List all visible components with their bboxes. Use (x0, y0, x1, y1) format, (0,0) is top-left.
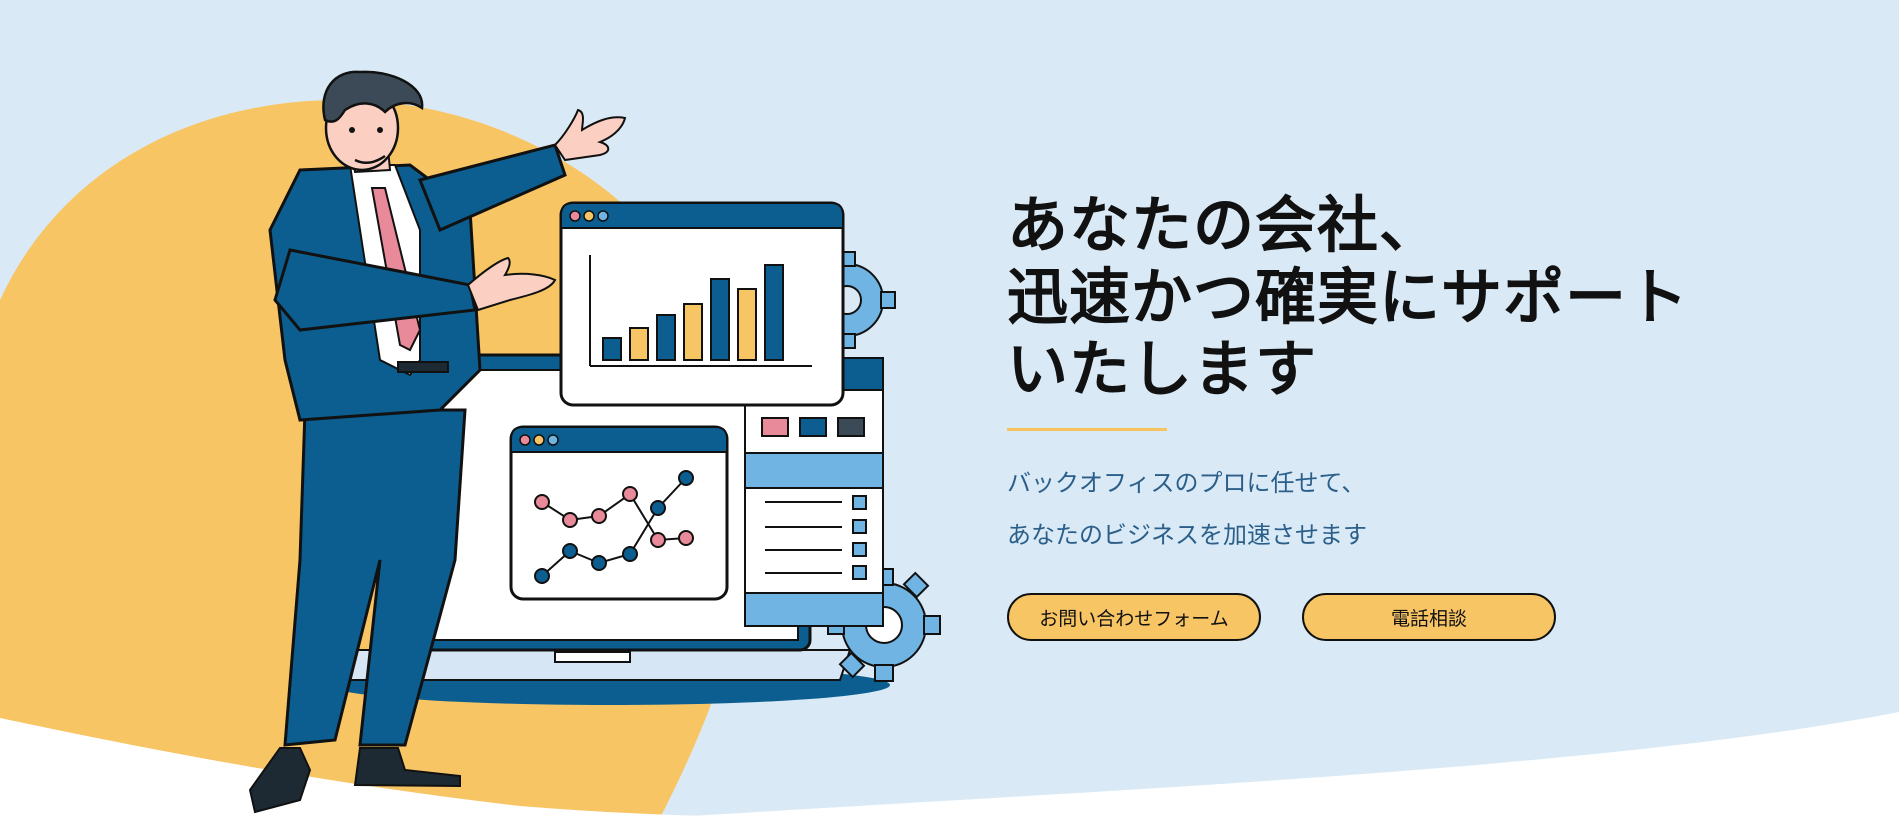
contact-form-button[interactable]: お問い合わせフォーム (1007, 593, 1261, 641)
businessman-illustration (248, 70, 941, 814)
belt (397, 361, 449, 373)
bar-chart-window-icon (559, 201, 845, 407)
line-chart-window-icon (509, 425, 729, 601)
subtext-line-1: バックオフィスのプロに任せて、 (1007, 469, 1366, 497)
subtext-line-2: あなたのビジネスを加速させます (1007, 521, 1367, 549)
eye-right (377, 127, 383, 133)
phone-consult-button[interactable]: 電話相談 (1302, 593, 1556, 641)
raised-arm (417, 143, 567, 232)
hero-buttons: お問い合わせフォーム 電話相談 (1007, 593, 1827, 641)
hero-headline: あなたの会社、 迅速かつ確実にサポート いたします (1007, 190, 1827, 406)
lower-hand (466, 256, 557, 312)
shoe-left (248, 747, 312, 814)
raised-hand (553, 108, 627, 162)
headline-line-1: あなたの会社、 (1007, 190, 1442, 261)
hero-subtext: バックオフィスのプロに任せて、 あなたのビジネスを加速させます (1007, 457, 1827, 561)
eye-left (349, 127, 355, 133)
hero-section: あなたの会社、 迅速かつ確実にサポート いたします バックオフィスのプロに任せて… (0, 0, 1899, 818)
headline-line-2: 迅速かつ確実にサポート (1007, 262, 1690, 333)
shoe-right (353, 747, 461, 788)
laptop-notch (554, 651, 631, 663)
headline-divider (1007, 428, 1167, 431)
headline-line-3: いたします (1007, 334, 1318, 405)
hero-copy: あなたの会社、 迅速かつ確実にサポート いたします バックオフィスのプロに任せて… (1007, 190, 1827, 641)
